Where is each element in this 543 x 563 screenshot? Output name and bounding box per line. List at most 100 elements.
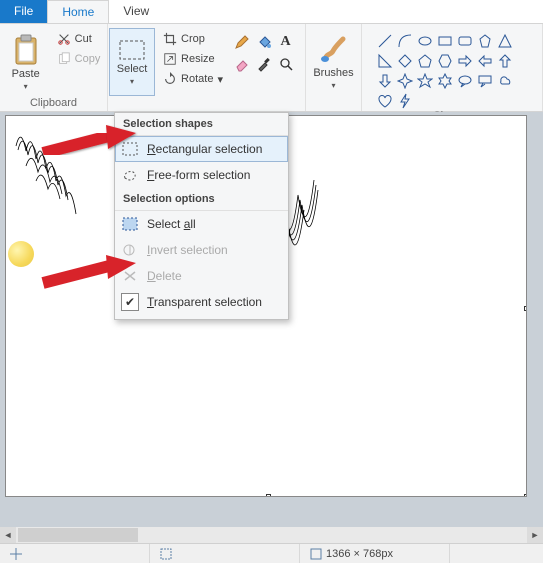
status-selection-size [150,544,300,563]
select-dropdown: Selection shapes Rectangular selection F… [114,112,289,320]
tab-view[interactable]: View [109,0,163,23]
scroll-thumb[interactable] [18,528,138,542]
menu-freeform-selection[interactable]: Free-form selection [115,162,288,188]
group-tools: A [228,24,306,111]
scrollbar-horizontal[interactable]: ◄ ► [0,527,543,543]
dropdown-section-shapes: Selection shapes [115,113,288,136]
shape-triangle[interactable] [496,32,514,50]
select-label: Select [117,63,148,75]
resize-label: Resize [181,53,215,65]
tab-home[interactable]: Home [47,0,109,23]
group-brushes: Brushes ▾ [306,24,362,111]
shape-arrow-down[interactable] [376,72,394,90]
shape-arrow-right[interactable] [456,52,474,70]
select-all-icon [121,215,139,233]
chevron-down-icon: ▾ [217,73,223,86]
shape-arrow-up[interactable] [496,52,514,70]
shape-callout-round[interactable] [456,72,474,90]
group-clipboard: Paste ▾ Cut Copy Clipboard [0,24,108,111]
copy-button: Copy [53,50,105,68]
chevron-down-icon: ▾ [331,81,335,90]
paste-button[interactable]: Paste ▾ [3,28,49,96]
picker-tool[interactable] [254,54,274,74]
clipboard-icon [12,34,40,66]
tab-bar: File Home View [0,0,543,24]
fill-tool[interactable] [254,32,274,52]
shape-heart[interactable] [376,92,394,110]
eyedropper-icon [256,56,272,72]
shape-rtriangle[interactable] [376,52,394,70]
menu-transparent-selection[interactable]: ✔ Transparent selection [115,289,288,315]
shape-star5[interactable] [416,72,434,90]
crop-button[interactable]: Crop [159,30,227,48]
select-free-icon [121,166,139,184]
status-dimensions-value: 1366 × 768px [326,548,393,560]
shapes-palette[interactable] [372,28,532,110]
select-button[interactable]: Select ▾ [109,28,155,96]
status-image-size: 1366 × 768px [300,544,450,563]
chevron-down-icon: ▾ [130,77,134,86]
crop-label: Crop [181,33,205,45]
brushes-button[interactable]: Brushes ▾ [311,28,357,96]
menu-invert-selection: Invert selection [115,237,288,263]
canvas-handle-bottom[interactable] [266,494,271,496]
shape-polygon[interactable] [476,32,494,50]
shape-roundrect[interactable] [456,32,474,50]
canvas-handle-right[interactable] [524,306,526,311]
menu-transparent-label: Transparent selection [147,295,262,309]
shape-hexagon[interactable] [436,52,454,70]
shape-pentagon[interactable] [416,52,434,70]
shape-callout-cloud[interactable] [496,72,514,90]
canvas-artwork-blob [8,241,34,267]
zoom-tool[interactable] [276,54,296,74]
shape-curve[interactable] [396,32,414,50]
chevron-down-icon: ▾ [24,82,28,91]
annotation-arrow-1 [38,123,138,163]
pencil-tool[interactable] [232,32,252,52]
status-bar: 1366 × 768px [0,543,543,563]
menu-rect-label: Rectangular selection [147,142,262,156]
text-tool[interactable]: A [276,32,296,52]
image-size-icon [310,548,322,560]
bucket-icon [256,34,272,50]
brush-icon [319,35,349,65]
text-icon: A [280,34,290,50]
clipboard-group-label: Clipboard [30,97,77,109]
select-rect-icon [118,39,146,61]
status-cursor-pos [0,544,150,563]
shape-arrow-left[interactable] [476,52,494,70]
eraser-tool[interactable] [232,54,252,74]
shape-callout-rect[interactable] [476,72,494,90]
resize-icon [163,52,177,66]
crosshair-icon [10,548,22,560]
shape-star4[interactable] [396,72,414,90]
menu-rectangular-selection[interactable]: Rectangular selection [115,136,288,162]
tab-file[interactable]: File [0,0,47,23]
scroll-left-button[interactable]: ◄ [0,527,16,543]
cut-label: Cut [75,33,92,45]
annotation-arrow-2 [38,253,138,293]
shape-line[interactable] [376,32,394,50]
dropdown-section-options: Selection options [115,188,288,211]
shape-diamond[interactable] [396,52,414,70]
crop-icon [163,32,177,46]
shape-lightning[interactable] [396,92,414,110]
resize-button[interactable]: Resize [159,50,227,68]
shape-rect[interactable] [436,32,454,50]
scroll-right-button[interactable]: ► [527,527,543,543]
rotate-label: Rotate [181,73,213,85]
shape-oval[interactable] [416,32,434,50]
brushes-label: Brushes [313,67,353,79]
pencil-icon [234,34,250,50]
menu-delete-label: Delete [147,269,182,283]
shape-star6[interactable] [436,72,454,90]
group-image: Select ▾ Crop Resize Rotate ▾ [108,24,228,111]
menu-select-all[interactable]: Select all [115,211,288,237]
canvas-handle-corner[interactable] [524,494,526,496]
cut-button[interactable]: Cut [53,30,105,48]
group-shapes: Shapes [362,24,543,111]
checkbox-checked-icon: ✔ [121,293,139,311]
rotate-button[interactable]: Rotate ▾ [159,70,227,88]
magnifier-icon [278,56,294,72]
scissors-icon [57,32,71,46]
